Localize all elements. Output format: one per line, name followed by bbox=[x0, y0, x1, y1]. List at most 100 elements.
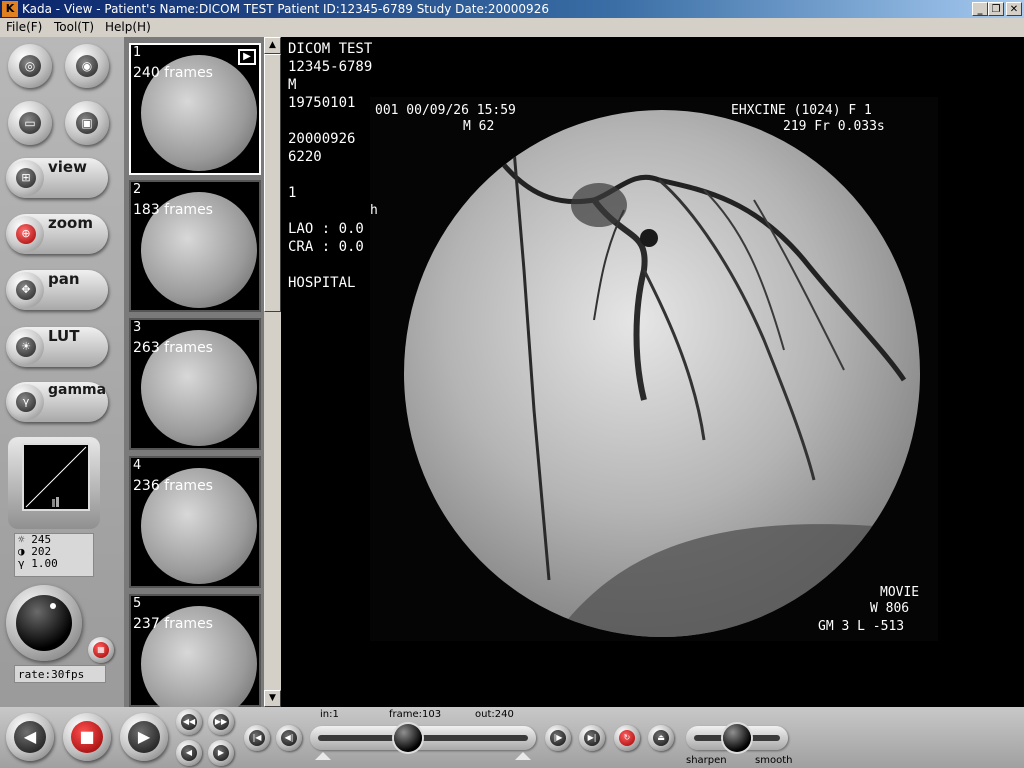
patient-info-overlay: DICOM TEST 12345-6789 M 19750101 2000092… bbox=[288, 40, 372, 292]
slow-forward-button[interactable]: ▶ bbox=[208, 740, 234, 766]
thumbnail-frames: 237 frames bbox=[133, 616, 213, 632]
series-number: 1 bbox=[288, 185, 297, 201]
series-thumbnail[interactable]: 5 237 frames bbox=[129, 594, 261, 722]
thumbnail-index: 4 bbox=[133, 458, 142, 473]
zoom-icon: ⊕ bbox=[16, 224, 36, 244]
app-logo-icon: K bbox=[2, 1, 18, 17]
angiogram-image[interactable] bbox=[404, 110, 920, 637]
fast-forward-icon: ▶▶ bbox=[213, 714, 229, 730]
thumbnail-frames: 263 frames bbox=[133, 340, 213, 356]
series-thumbnail[interactable]: 1 240 frames ▶ bbox=[129, 43, 261, 175]
thumbnail-index: 3 bbox=[133, 320, 142, 335]
cd-icon: ◎ bbox=[19, 55, 41, 77]
loop-button[interactable]: ↻ bbox=[614, 725, 640, 751]
scroll-down-icon[interactable]: ▼ bbox=[264, 690, 281, 707]
rate-knob[interactable] bbox=[6, 585, 82, 661]
disc-dvd-button[interactable]: ◉ bbox=[65, 44, 109, 88]
cra-angle: CRA : 0.0 bbox=[288, 239, 364, 255]
window-title: Kada - View - Patient's Name:DICOM TEST … bbox=[22, 2, 549, 16]
folder-open-icon: ▭ bbox=[19, 112, 41, 134]
menu-help[interactable]: Help(H) bbox=[105, 19, 151, 36]
gamma-value: 1.00 bbox=[31, 557, 58, 570]
pan-arrows-icon: ✥ bbox=[16, 280, 36, 300]
fast-rewind-icon: ◀◀ bbox=[181, 714, 197, 730]
play-button[interactable]: ▶ bbox=[120, 713, 168, 761]
pan-button[interactable]: ✥ pan bbox=[6, 270, 108, 310]
series-thumbnail[interactable]: 2 183 frames bbox=[129, 180, 261, 312]
stop-icon: ■ bbox=[71, 721, 103, 753]
first-frame-button[interactable]: |◀ bbox=[244, 725, 270, 751]
fast-rewind-button[interactable]: ◀◀ bbox=[176, 709, 202, 735]
lut-curve-panel bbox=[8, 437, 100, 529]
thumbnail-index: 2 bbox=[133, 182, 142, 197]
series-thumbnail[interactable]: 4 236 frames bbox=[129, 456, 261, 588]
lut-curve-line-icon bbox=[25, 446, 87, 508]
series-thumbnail[interactable]: 3 263 frames bbox=[129, 318, 261, 450]
gamma-icon: γ bbox=[16, 392, 36, 412]
minimize-button[interactable]: _ bbox=[972, 2, 988, 16]
play-icon[interactable]: ▶ bbox=[238, 49, 256, 65]
slow-reverse-icon: ◀ bbox=[181, 745, 197, 761]
step-back-icon: ◀| bbox=[281, 730, 297, 746]
gamma-label: gamma bbox=[48, 382, 107, 398]
scroll-thumb[interactable] bbox=[264, 54, 281, 312]
slow-reverse-button[interactable]: ◀ bbox=[176, 740, 202, 766]
last-frame-icon: ▶| bbox=[584, 730, 600, 746]
open-button[interactable]: ▭ bbox=[8, 101, 52, 145]
previous-button[interactable]: ◀ bbox=[6, 713, 54, 761]
out-point-marker-icon[interactable] bbox=[515, 752, 531, 760]
study-date: 20000926 bbox=[288, 131, 356, 147]
save-button[interactable]: ▣ bbox=[65, 101, 109, 145]
overlay-bottom-right-1: MOVIE bbox=[880, 585, 920, 600]
patient-sex: M bbox=[288, 77, 297, 93]
close-button[interactable]: ✕ bbox=[1006, 2, 1022, 16]
gamma-small-icon: γ bbox=[18, 557, 25, 570]
menu-bar: File(F) Tool(T) Help(H) bbox=[0, 18, 1024, 37]
patient-id: 12345-6789 bbox=[288, 59, 373, 75]
step-back-button[interactable]: ◀| bbox=[276, 725, 302, 751]
zoom-button[interactable]: ⊕ zoom bbox=[6, 214, 108, 254]
overlay-bottom-right-3: GM 3 L -513 bbox=[818, 619, 905, 634]
view-button[interactable]: ⊞ view bbox=[6, 158, 108, 198]
step-forward-icon: |▶ bbox=[550, 730, 566, 746]
thumbnail-frames: 240 frames bbox=[133, 65, 213, 81]
sharpen-label: sharpen bbox=[686, 755, 727, 766]
thumbnail-scrollbar[interactable]: ▲ ▼ bbox=[264, 37, 281, 707]
stop-button[interactable]: ■ bbox=[63, 713, 111, 761]
step-forward-button[interactable]: |▶ bbox=[545, 725, 571, 751]
patient-name: DICOM TEST bbox=[288, 41, 373, 57]
play-forward-icon: ▶ bbox=[128, 721, 160, 753]
disc-cd-button[interactable]: ◎ bbox=[8, 44, 52, 88]
thumbnail-frames: 236 frames bbox=[133, 478, 213, 494]
slow-forward-icon: ▶ bbox=[213, 745, 229, 761]
eject-button[interactable]: ⏏ bbox=[648, 725, 674, 751]
title-bar: K Kada - View - Patient's Name:DICOM TES… bbox=[0, 0, 1024, 18]
scroll-up-icon[interactable]: ▲ bbox=[264, 37, 281, 54]
gamma-button[interactable]: γ gamma bbox=[6, 382, 108, 422]
lut-curve-graph[interactable] bbox=[22, 443, 90, 511]
menu-file[interactable]: File(F) bbox=[6, 19, 42, 36]
last-frame-button[interactable]: ▶| bbox=[579, 725, 605, 751]
coronary-vessels-icon bbox=[502, 149, 920, 637]
rate-readout: rate:30fps bbox=[14, 665, 106, 683]
fast-forward-button[interactable]: ▶▶ bbox=[208, 709, 234, 735]
institution-name: HOSPITAL bbox=[288, 275, 356, 291]
thumbnail-frames: 183 frames bbox=[133, 202, 213, 218]
frame-label: frame:103 bbox=[389, 709, 442, 720]
in-point-marker-icon[interactable] bbox=[315, 752, 331, 760]
frame-slider[interactable] bbox=[310, 726, 536, 750]
out-point-label: out:240 bbox=[475, 709, 514, 720]
loop-icon: ↻ bbox=[619, 730, 635, 746]
lut-button[interactable]: ☀ LUT bbox=[6, 327, 108, 367]
lut-values-readout: ☼ 245 ◑ 202 γ 1.00 bbox=[14, 533, 94, 577]
menu-tool[interactable]: Tool(T) bbox=[54, 19, 94, 36]
movie-record-button[interactable]: ▦ bbox=[88, 637, 114, 663]
overlay-top-right-2: 219 Fr 0.033s bbox=[783, 119, 885, 134]
floppy-save-icon: ▣ bbox=[76, 112, 98, 134]
sharpen-smooth-knob[interactable] bbox=[723, 724, 751, 752]
restore-button[interactable]: ❐ bbox=[988, 2, 1004, 16]
frame-slider-groove bbox=[318, 735, 528, 741]
zoom-label: zoom bbox=[48, 214, 93, 232]
patient-birth-date: 19750101 bbox=[288, 95, 356, 111]
view-label: view bbox=[48, 158, 87, 176]
